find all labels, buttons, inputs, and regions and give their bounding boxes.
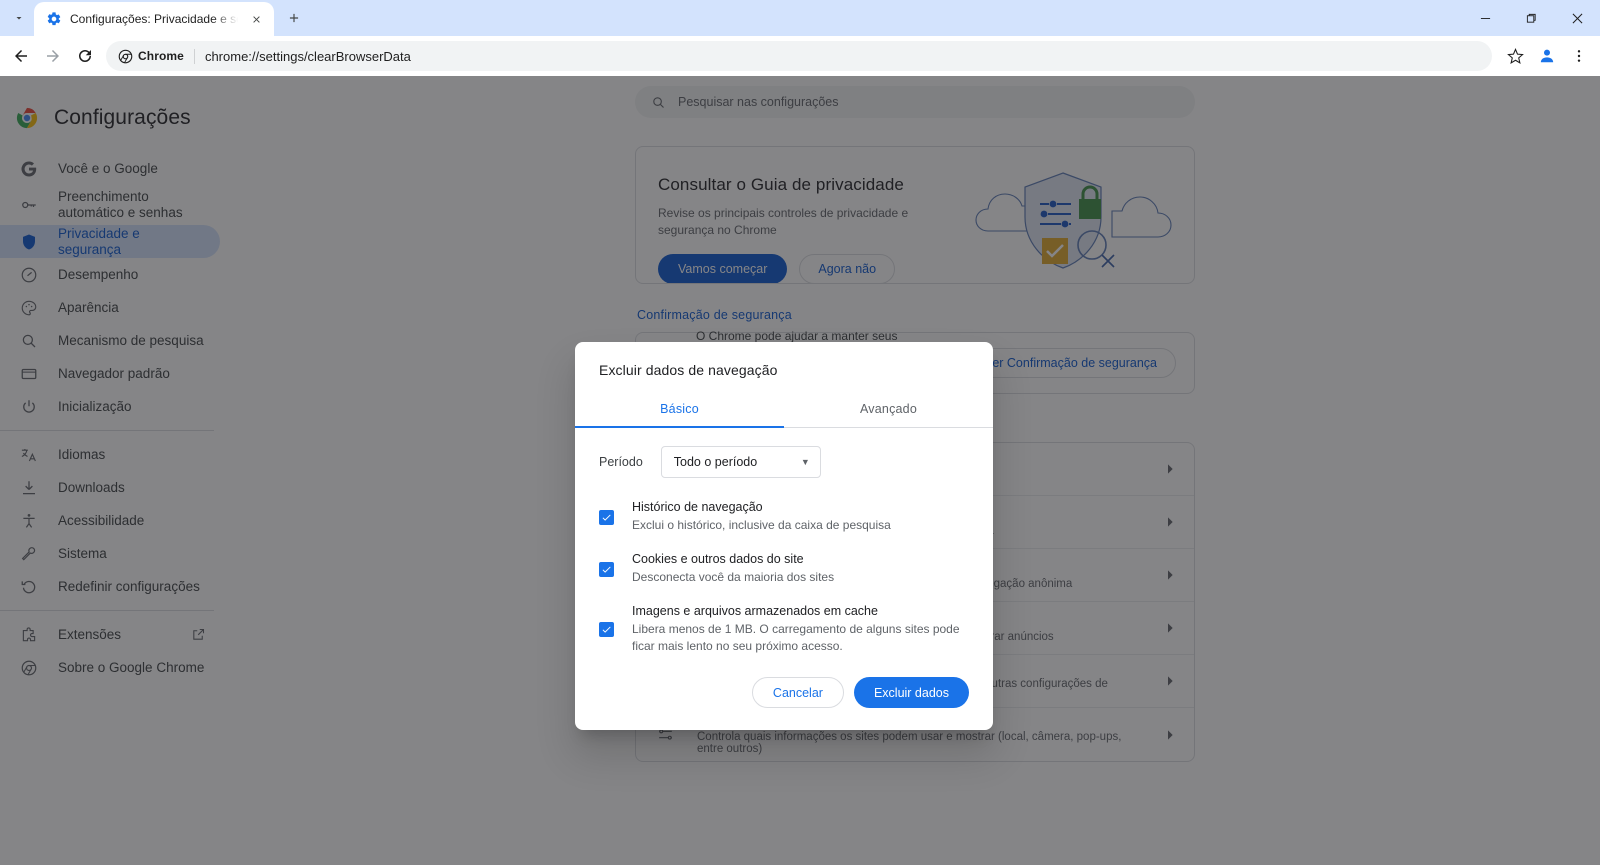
back-button[interactable] [6, 41, 36, 71]
window-minimize-button[interactable] [1462, 0, 1508, 36]
close-icon [1572, 13, 1583, 24]
tab-basico[interactable]: Básico [575, 392, 784, 427]
chevron-down-icon: ▼ [801, 457, 810, 467]
checkbox-subtitle: Desconecta você da maioria dos sites [632, 569, 834, 586]
reload-icon [76, 47, 94, 65]
dialog-body: Período Todo o período ▼ [575, 428, 993, 677]
star-icon [1507, 48, 1524, 65]
check-icon [601, 624, 612, 635]
checkbox-title: Histórico de navegação [632, 500, 891, 514]
time-range-value: Todo o período [674, 455, 757, 469]
checkbox-input[interactable] [599, 510, 614, 525]
tab-search-button[interactable] [4, 4, 34, 32]
checkbox-subtitle: Exclui o histórico, inclusive da caixa d… [632, 517, 891, 534]
checkbox-browsing-history[interactable]: Histórico de navegação Exclui o históric… [599, 500, 969, 534]
tab-active-indicator [575, 426, 784, 428]
plus-icon [287, 11, 301, 25]
chrome-icon [118, 49, 133, 64]
checkbox-cached-images-files[interactable]: Imagens e arquivos armazenados em cache … [599, 604, 969, 655]
checkbox-title: Cookies e outros dados do site [632, 552, 834, 566]
arrow-left-icon [12, 47, 30, 65]
profile-avatar-button[interactable] [1532, 41, 1562, 71]
clear-data-button[interactable]: Excluir dados [854, 677, 969, 708]
window-close-button[interactable] [1554, 0, 1600, 36]
close-icon [251, 14, 262, 25]
avatar-icon [1537, 46, 1557, 66]
omnibox-chip-label: Chrome [138, 49, 184, 63]
new-tab-button[interactable] [280, 4, 308, 32]
browser-tab[interactable]: Configurações: Privacidade e se [34, 2, 274, 36]
time-range-label: Período [599, 455, 643, 469]
address-bar[interactable]: Chrome chrome://settings/clearBrowserDat… [106, 41, 1492, 71]
settings-page: Configurações Você e o Google [0, 76, 1600, 865]
reload-button[interactable] [70, 41, 100, 71]
browser-toolbar: Chrome chrome://settings/clearBrowserDat… [0, 36, 1600, 76]
bookmark-star-button[interactable] [1500, 41, 1530, 71]
checkbox-subtitle: Libera menos de 1 MB. O carregamento de … [632, 621, 969, 655]
dialog-tabs: Básico Avançado [575, 392, 993, 428]
checkbox-text: Cookies e outros dados do site Desconect… [632, 552, 834, 586]
three-dot-menu-icon [1571, 48, 1587, 64]
omnibox-chrome-chip: Chrome [118, 49, 195, 64]
minimize-icon [1480, 13, 1491, 24]
time-range-row: Período Todo o período ▼ [599, 446, 969, 478]
check-icon [601, 564, 612, 575]
omnibox-url-text: chrome://settings/clearBrowserData [205, 49, 411, 64]
checkbox-text: Histórico de navegação Exclui o históric… [632, 500, 891, 534]
tab-close-button[interactable] [246, 9, 266, 29]
checkbox-input[interactable] [599, 622, 614, 637]
arrow-right-icon [44, 47, 62, 65]
settings-gear-icon [46, 11, 62, 27]
checkbox-text: Imagens e arquivos armazenados em cache … [632, 604, 969, 655]
data-type-checkbox-list: Histórico de navegação Exclui o históric… [599, 500, 969, 655]
checkbox-title: Imagens e arquivos armazenados em cache [632, 604, 969, 618]
cancel-button[interactable]: Cancelar [752, 677, 844, 708]
checkbox-input[interactable] [599, 562, 614, 577]
chevron-down-icon [13, 12, 25, 24]
window-controls [1462, 0, 1600, 36]
window-maximize-button[interactable] [1508, 0, 1554, 36]
check-icon [601, 512, 612, 523]
browser-menu-button[interactable] [1564, 41, 1594, 71]
browser-window: Configurações: Privacidade e se [0, 0, 1600, 865]
tab-title: Configurações: Privacidade e se [70, 12, 238, 26]
dialog-title: Excluir dados de navegação [575, 342, 993, 378]
time-range-select[interactable]: Todo o período ▼ [661, 446, 821, 478]
checkbox-cookies-site-data[interactable]: Cookies e outros dados do site Desconect… [599, 552, 969, 586]
tab-avancado[interactable]: Avançado [784, 392, 993, 427]
forward-button[interactable] [38, 41, 68, 71]
tab-strip: Configurações: Privacidade e se [0, 0, 1600, 36]
clear-browsing-data-dialog: Excluir dados de navegação Básico Avança… [575, 342, 993, 730]
toolbar-right-actions [1500, 41, 1594, 71]
dialog-actions: Cancelar Excluir dados [575, 677, 993, 730]
maximize-icon [1526, 13, 1537, 24]
